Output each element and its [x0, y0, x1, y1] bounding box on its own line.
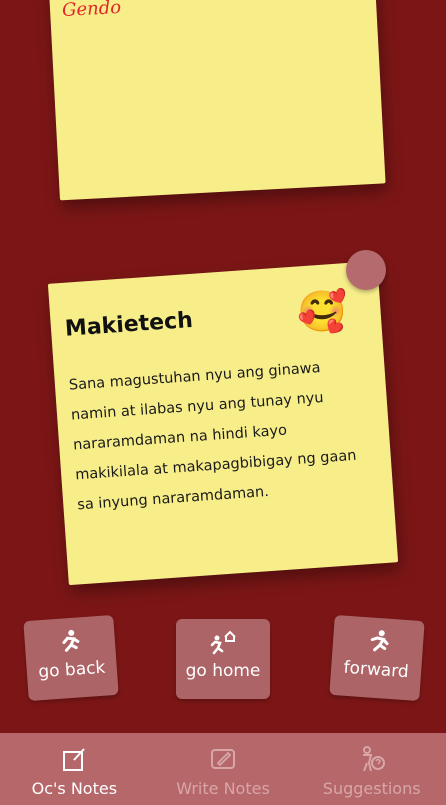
tab-label: Write Notes: [176, 779, 270, 798]
note-title: Makietech: [64, 307, 194, 342]
running-person-icon: [55, 627, 85, 657]
top-sticky-note[interactable]: Gendo: [48, 0, 386, 201]
home-runner-icon: [209, 629, 237, 657]
bottom-tab-bar: Oc's Notes Write Notes Suggestions: [0, 733, 446, 805]
forward-label: forward: [342, 657, 410, 683]
go-back-button[interactable]: go back: [23, 614, 119, 702]
tab-label: Suggestions: [322, 779, 421, 798]
running-person-icon: [363, 627, 393, 657]
tab-label: Oc's Notes: [31, 779, 118, 798]
go-home-button[interactable]: go home: [176, 619, 270, 699]
go-back-label: go back: [37, 657, 106, 683]
notes-icon: [60, 745, 88, 773]
question-person-icon: [358, 745, 386, 773]
go-home-label: go home: [185, 661, 261, 681]
pen-icon: [209, 745, 237, 773]
pin-icon: [346, 250, 386, 290]
note-body: Sana magustuhan nyu ang ginawa namin at …: [68, 360, 357, 514]
tab-write-notes[interactable]: Write Notes: [149, 733, 298, 805]
top-note-title: Gendo: [61, 0, 122, 21]
forward-button[interactable]: forward: [329, 614, 425, 702]
smiling-hearts-emoji-icon: 🥰: [297, 289, 347, 335]
tab-suggestions[interactable]: Suggestions: [297, 733, 446, 805]
tab-ocs-notes[interactable]: Oc's Notes: [0, 733, 149, 805]
